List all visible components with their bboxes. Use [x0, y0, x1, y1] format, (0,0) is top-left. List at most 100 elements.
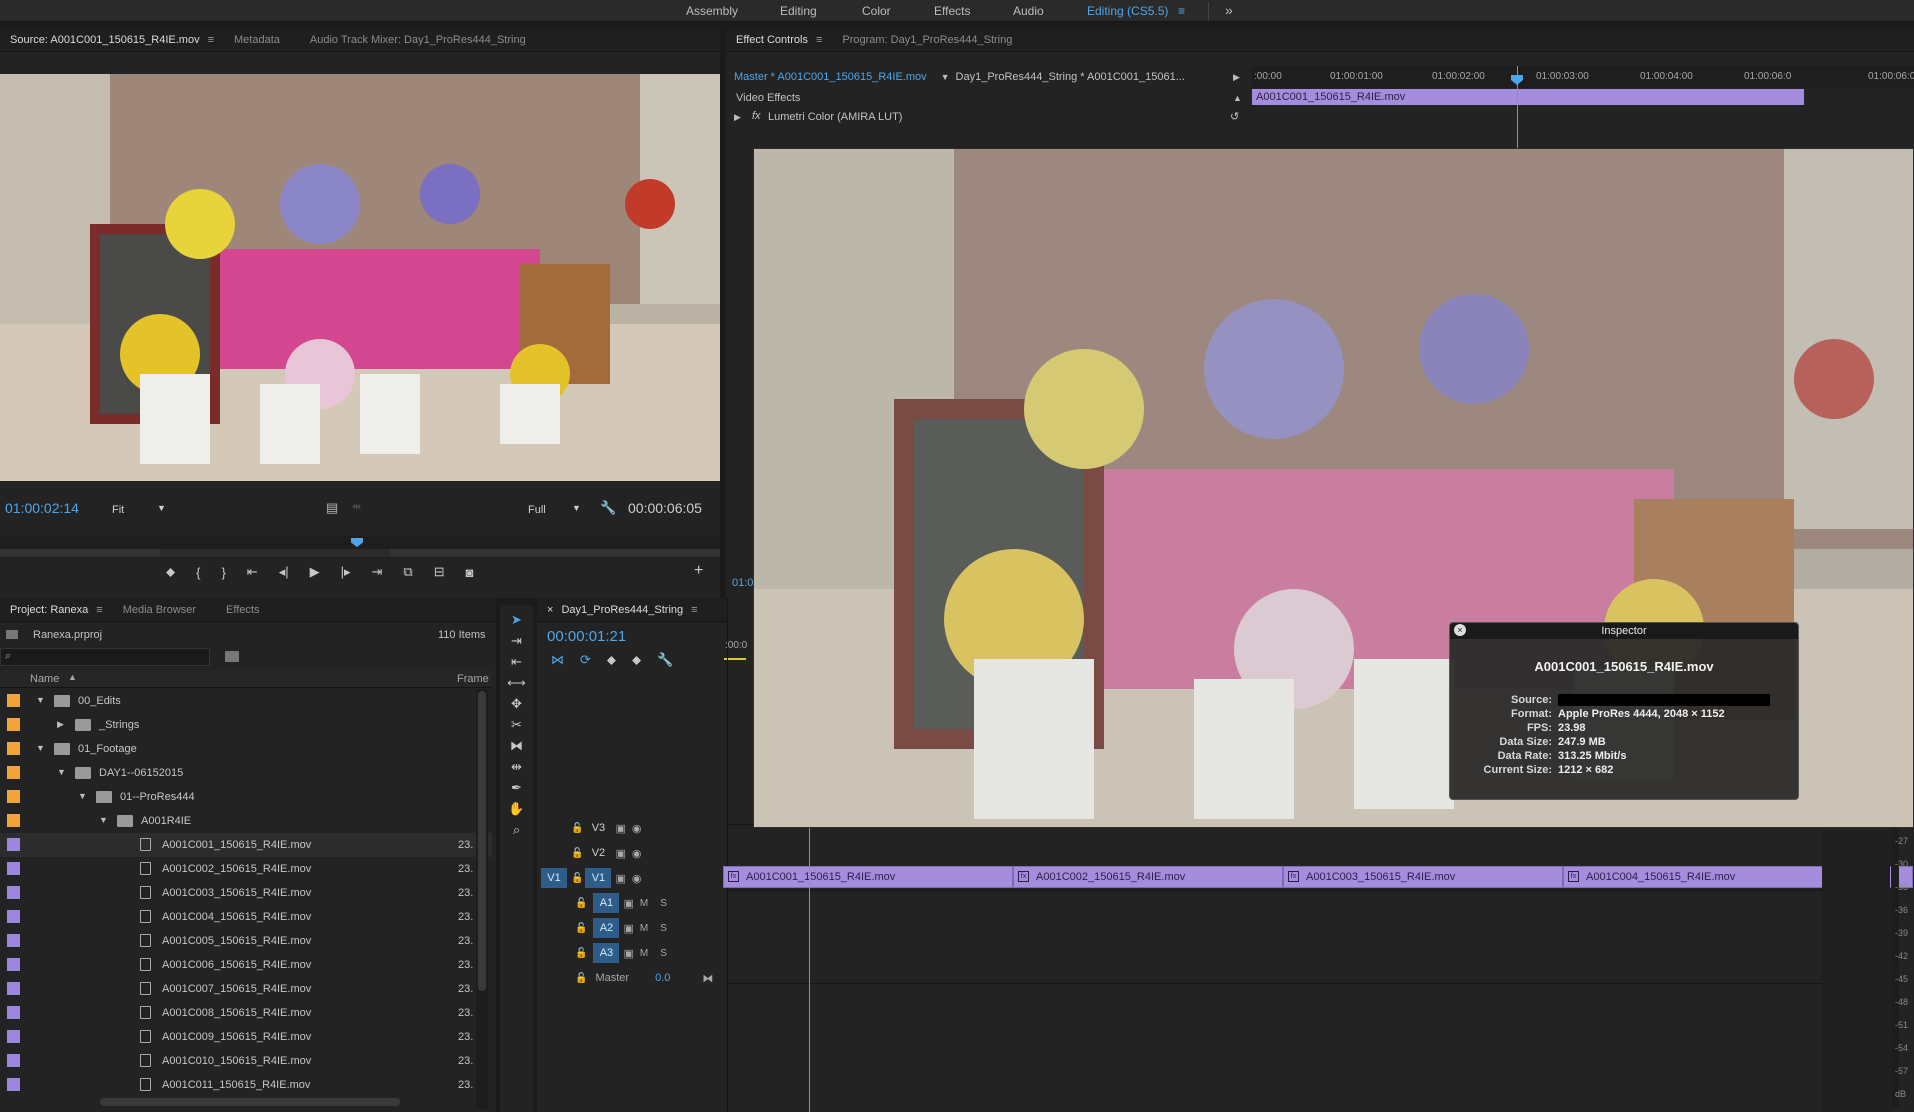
- scroll-up-icon[interactable]: ▲: [1233, 93, 1242, 103]
- go-to-in-icon[interactable]: ⇤: [247, 564, 258, 580]
- lock-icon[interactable]: 🔓: [575, 973, 587, 984]
- source-scrubber[interactable]: [0, 536, 720, 558]
- label-color-swatch[interactable]: [7, 958, 20, 971]
- label-color-swatch[interactable]: [7, 1054, 20, 1067]
- clip-row[interactable]: A001C004_150615_R4IE.mov 23.: [0, 905, 492, 929]
- workspace-menu-icon[interactable]: ≡: [1178, 4, 1185, 18]
- bin-row[interactable]: ▼ 01_Footage: [0, 737, 492, 761]
- label-color-swatch[interactable]: [7, 1006, 20, 1019]
- label-color-swatch[interactable]: [7, 766, 20, 779]
- label-color-swatch[interactable]: [7, 982, 20, 995]
- bin-row[interactable]: ▶ _Strings: [0, 713, 492, 737]
- hand-tool-icon[interactable]: ✋: [507, 799, 527, 819]
- go-to-out-icon[interactable]: ⇥: [372, 564, 383, 580]
- timeline-clip[interactable]: fx A001C001_150615_R4IE.mov: [723, 866, 1013, 888]
- clip-row[interactable]: A001C003_150615_R4IE.mov 23.: [0, 881, 492, 905]
- project-scrollbar[interactable]: [476, 689, 488, 1109]
- voiceover-icon[interactable]: ▣: [623, 897, 633, 910]
- razor-tool-icon[interactable]: ✂: [507, 715, 527, 735]
- source-video-frame[interactable]: [0, 74, 720, 481]
- tab-metadata[interactable]: Metadata: [224, 34, 290, 46]
- voiceover-icon[interactable]: ▣: [623, 947, 633, 960]
- label-color-swatch[interactable]: [7, 886, 20, 899]
- disclosure-triangle-icon[interactable]: ▼: [36, 695, 45, 705]
- workspace-audio[interactable]: Audio: [1013, 4, 1044, 18]
- lock-icon[interactable]: 🔓: [571, 873, 583, 884]
- tab-media-browser[interactable]: Media Browser: [113, 604, 206, 616]
- film-toggle-icon[interactable]: ▣: [615, 872, 625, 885]
- disclosure-triangle-icon[interactable]: ▼: [36, 743, 45, 753]
- fx-badge[interactable]: fx: [752, 110, 761, 122]
- toggle-timeline-icon[interactable]: ▶: [1233, 72, 1240, 83]
- track-target[interactable]: V2: [585, 843, 611, 863]
- eye-icon[interactable]: ◉: [632, 822, 642, 835]
- wrench-icon[interactable]: 🔧: [600, 500, 616, 516]
- insert-icon[interactable]: ⧉: [403, 564, 412, 580]
- label-color-swatch[interactable]: [7, 694, 20, 707]
- workspace-color[interactable]: Color: [862, 4, 891, 18]
- clip-row[interactable]: A001C001_150615_R4IE.mov 23.: [0, 833, 492, 857]
- reset-effect-icon[interactable]: ↺: [1230, 110, 1239, 123]
- rate-stretch-tool-icon[interactable]: ✥: [507, 694, 527, 714]
- more-workspaces-icon[interactable]: »: [1225, 2, 1233, 18]
- label-color-swatch[interactable]: [7, 1030, 20, 1043]
- play-icon[interactable]: ▶: [310, 564, 320, 580]
- clip-row[interactable]: A001C002_150615_R4IE.mov 23.: [0, 857, 492, 881]
- bin-row[interactable]: ▼ 00_Edits: [0, 689, 492, 713]
- source-playhead[interactable]: [351, 538, 363, 547]
- tab-program[interactable]: Program: Day1_ProRes444_String: [832, 34, 1022, 46]
- clip-row[interactable]: A001C010_150615_R4IE.mov 23.: [0, 1049, 492, 1073]
- track-target[interactable]: A2: [593, 918, 620, 938]
- label-color-swatch[interactable]: [7, 934, 20, 947]
- pen-tool-icon[interactable]: ✒: [507, 778, 527, 798]
- label-color-swatch[interactable]: [7, 862, 20, 875]
- ec-clip-bar[interactable]: A001C001_150615_R4IE.mov: [1252, 89, 1804, 105]
- voiceover-icon[interactable]: ▣: [623, 922, 633, 935]
- panel-menu-icon[interactable]: ≡: [816, 34, 822, 46]
- master-clip-label[interactable]: Master * A001C001_150615_R4IE.mov: [734, 71, 927, 83]
- effect-name[interactable]: Lumetri Color (AMIRA LUT): [768, 111, 902, 123]
- timeline-clip[interactable]: fx A001C002_150615_R4IE.mov: [1013, 866, 1283, 888]
- track-target[interactable]: V1: [585, 868, 612, 888]
- eye-icon[interactable]: ◉: [632, 847, 642, 860]
- master-volume[interactable]: 0.0: [655, 972, 670, 984]
- label-color-swatch[interactable]: [7, 790, 20, 803]
- zoom-chevron-icon[interactable]: ▼: [157, 503, 166, 513]
- label-color-swatch[interactable]: [7, 838, 20, 851]
- ripple-edit-tool-icon[interactable]: ⇤: [507, 652, 527, 672]
- clip-row[interactable]: A001C007_150615_R4IE.mov 23.: [0, 977, 492, 1001]
- track-target[interactable]: A1: [593, 893, 620, 913]
- disclosure-triangle-icon[interactable]: ▼: [57, 767, 66, 777]
- disclosure-triangle-icon[interactable]: ▼: [78, 791, 87, 801]
- lock-icon[interactable]: 🔓: [575, 948, 587, 959]
- sequence-clip-label[interactable]: Day1_ProRes444_String * A001C001_15061..…: [956, 71, 1185, 83]
- slide-tool-icon[interactable]: ⇹: [507, 757, 527, 777]
- clip-row[interactable]: A001C006_150615_R4IE.mov 23.: [0, 953, 492, 977]
- bin-row[interactable]: ▼ A001R4IE: [0, 809, 492, 833]
- inspector-titlebar[interactable]: × Inspector: [1450, 623, 1798, 639]
- expand-effect-icon[interactable]: ▶: [734, 112, 741, 123]
- mute-button[interactable]: M: [640, 948, 648, 959]
- label-color-swatch[interactable]: [7, 910, 20, 923]
- eye-icon[interactable]: ◉: [632, 872, 642, 885]
- tab-effect-controls[interactable]: Effect Controls ≡: [726, 34, 832, 46]
- source-timecode[interactable]: 01:00:02:14: [5, 500, 79, 516]
- bin-row[interactable]: ▼ 01--ProRes444: [0, 785, 492, 809]
- workspace-editing-cs55[interactable]: Editing (CS5.5): [1087, 4, 1168, 18]
- clip-row[interactable]: A001C008_150615_R4IE.mov 23.: [0, 1001, 492, 1025]
- export-frame-icon[interactable]: ◙: [466, 565, 474, 580]
- inspector-window[interactable]: × Inspector A001C001_150615_R4IE.mov Sou…: [1449, 622, 1799, 800]
- solo-button[interactable]: S: [660, 898, 667, 909]
- track-select-tool-icon[interactable]: ⇥: [507, 631, 527, 651]
- film-toggle-icon[interactable]: ▣: [615, 847, 625, 860]
- resolution-chevron-icon[interactable]: ▼: [572, 503, 581, 513]
- lock-icon[interactable]: 🔓: [575, 898, 587, 909]
- film-toggle-icon[interactable]: ▣: [615, 822, 625, 835]
- rolling-edit-tool-icon[interactable]: ⟷: [507, 673, 527, 693]
- project-hscroll[interactable]: [100, 1098, 400, 1106]
- bin-row[interactable]: ▼ DAY1--06152015: [0, 761, 492, 785]
- add-button-icon[interactable]: +: [694, 562, 703, 580]
- panel-menu-icon[interactable]: ≡: [208, 34, 214, 46]
- lock-icon[interactable]: 🔓: [571, 848, 583, 859]
- selection-tool-icon[interactable]: ➤: [507, 610, 527, 630]
